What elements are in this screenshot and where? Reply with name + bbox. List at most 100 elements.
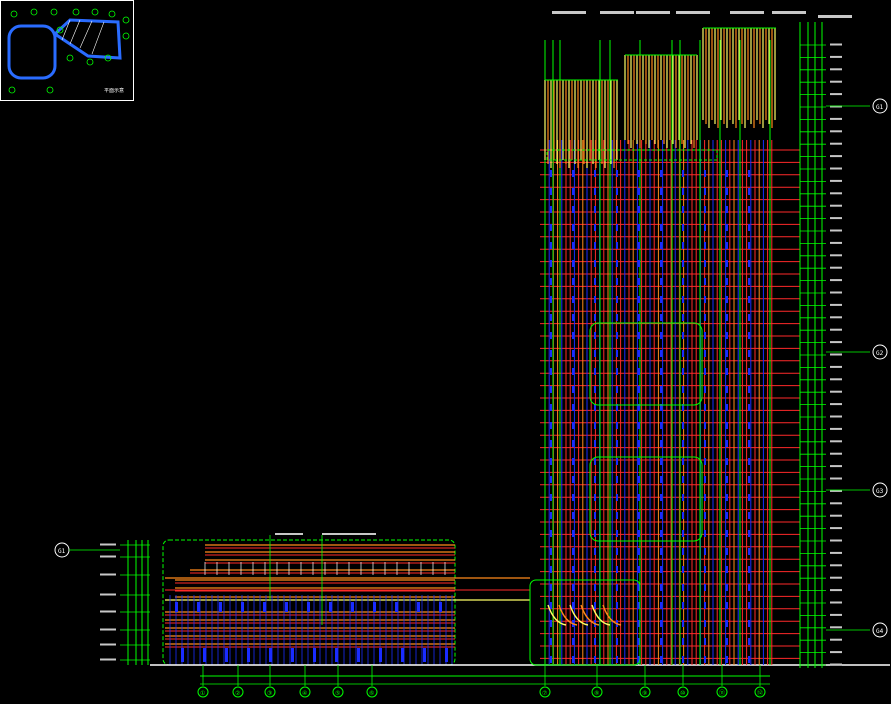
tower-window-mark (594, 224, 596, 231)
tower-window-mark (726, 548, 728, 555)
tower-window-mark (726, 368, 728, 375)
tower-window-mark (660, 656, 662, 663)
cad-viewport[interactable]: G1 G2 G3 G4 G1 ① ② ③ ④ ⑤ ⑥ ⑦ ⑧ ⑨ ⑩ ⑪ ⑫ 平面示意 (0, 0, 891, 700)
podium-window-mark (313, 648, 316, 662)
tower-window-mark (748, 476, 750, 483)
tower-window-mark (682, 296, 684, 303)
tower-window-mark (638, 422, 640, 429)
top-label-mark (772, 11, 806, 14)
tower-window-mark (550, 188, 552, 195)
axis-label: ⑧ (594, 690, 599, 697)
key-plan-minimap[interactable]: 平面示意 (0, 0, 134, 101)
tower-window-mark (726, 530, 728, 537)
tower-window-mark (550, 314, 552, 321)
tower-window-mark (682, 224, 684, 231)
tower-window-mark (616, 242, 618, 249)
tower-window-mark (594, 440, 596, 447)
tower-window-mark (572, 206, 574, 213)
tower-window-mark (550, 260, 552, 267)
tower-window-mark (748, 566, 750, 573)
podium-window-mark (263, 602, 266, 612)
tower-window-mark (682, 512, 684, 519)
axis-label: ① (200, 690, 205, 697)
tower-window-mark (660, 638, 662, 645)
tower-window-mark (550, 386, 552, 393)
tower-window-mark (572, 170, 574, 177)
tower-window-mark (550, 494, 552, 501)
level-label-mark (830, 192, 842, 195)
level-tag-text: G1 (58, 548, 66, 555)
tower-window-mark (704, 278, 706, 285)
minimap-label: 平面示意 (104, 87, 124, 94)
axis-label: ⑤ (335, 690, 340, 697)
tower-window-mark (572, 494, 574, 501)
tower-window-mark (550, 296, 552, 303)
tower-window-mark (748, 224, 750, 231)
tower-window-mark (660, 278, 662, 285)
tower-window-mark (572, 458, 574, 465)
tower-window-mark (748, 314, 750, 321)
tower-window-mark (682, 314, 684, 321)
podium-window-mark (203, 648, 206, 662)
tower-window-mark (704, 386, 706, 393)
tower-window-mark (748, 350, 750, 357)
tower-window-mark (748, 584, 750, 591)
level-label-mark (830, 465, 842, 468)
tower-window-mark (594, 242, 596, 249)
tower-window-mark (748, 602, 750, 609)
tower-window-mark (616, 494, 618, 501)
tower-window-mark (638, 566, 640, 573)
tower-window-mark (594, 170, 596, 177)
tower-window-mark (704, 422, 706, 429)
level-label-mark (830, 130, 842, 133)
level-label-mark (830, 539, 842, 542)
tower-window-mark (594, 512, 596, 519)
tower-window-mark (550, 602, 552, 609)
tower-window-mark (682, 458, 684, 465)
tower-window-mark (594, 206, 596, 213)
tower-window-mark (726, 458, 728, 465)
axis-label: ④ (302, 690, 307, 697)
axis-label: ⑥ (369, 690, 374, 697)
podium-window-mark (423, 648, 426, 662)
level-label-mark (830, 502, 842, 505)
tower-window-mark (748, 368, 750, 375)
tower-window-mark (726, 386, 728, 393)
tower-window-mark (594, 296, 596, 303)
top-label-mark (275, 533, 303, 535)
axis-label: ⑦ (542, 690, 547, 697)
tower-window-mark (594, 386, 596, 393)
tower-window-mark (572, 440, 574, 447)
level-label-mark (830, 378, 842, 381)
level-label-mark (830, 527, 842, 530)
tower-window-mark (638, 494, 640, 501)
level-label-mark (100, 543, 116, 546)
tower-window-mark (550, 224, 552, 231)
tower-window-mark (572, 638, 574, 645)
level-label-mark (830, 266, 842, 269)
tower-window-mark (704, 638, 706, 645)
tower-window-mark (638, 440, 640, 447)
top-label-mark (322, 533, 350, 535)
podium-window-mark (445, 648, 448, 662)
tower-window-mark (748, 656, 750, 663)
tower-window-mark (726, 566, 728, 573)
tower-window-mark (572, 422, 574, 429)
tower-window-mark (550, 584, 552, 591)
level-label-mark (830, 551, 842, 554)
axis-label: ⑩ (680, 690, 685, 697)
tower-window-mark (594, 332, 596, 339)
tower-window-mark (616, 422, 618, 429)
level-label-mark (830, 477, 842, 480)
level-label-mark (830, 440, 842, 443)
tower-window-mark (572, 332, 574, 339)
tower-window-mark (748, 512, 750, 519)
tower-window-mark (550, 512, 552, 519)
level-label-mark (830, 43, 842, 46)
level-label-mark (100, 643, 116, 646)
tower-window-mark (704, 170, 706, 177)
level-label-mark (830, 142, 842, 145)
tower-window-mark (660, 602, 662, 609)
podium-window-mark (351, 602, 354, 612)
tower-window-mark (748, 440, 750, 447)
